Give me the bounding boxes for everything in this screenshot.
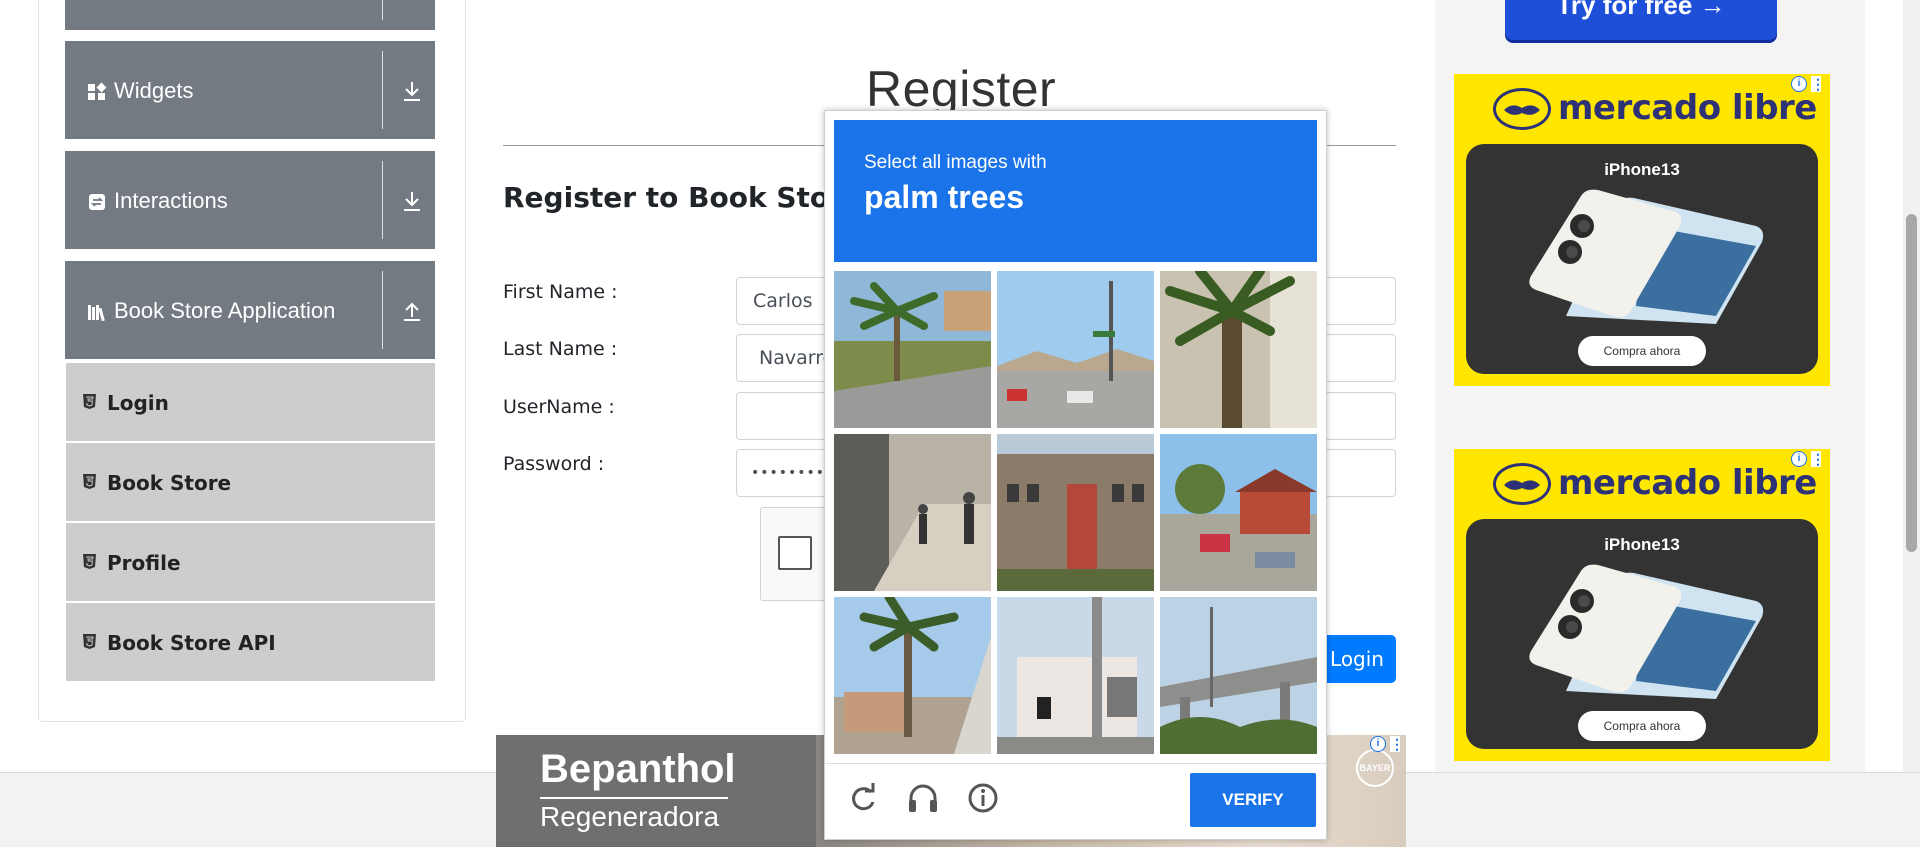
- scrollbar-thumb[interactable]: [1906, 214, 1917, 552]
- captcha-tile[interactable]: [1160, 271, 1317, 428]
- ad-cta-button[interactable]: Compra ahora: [1578, 336, 1706, 366]
- interactions-icon: [89, 194, 105, 210]
- sidebar-group-book-store-application[interactable]: Book Store Application: [65, 261, 435, 359]
- sidebar-item-label: Login: [107, 391, 169, 415]
- ad-menu-icon[interactable]: ⋮: [1390, 736, 1404, 752]
- captcha-tile[interactable]: [834, 597, 991, 754]
- username-label: UserName :: [503, 396, 615, 418]
- sidebar-item-book-store-api[interactable]: Book Store API: [66, 603, 435, 681]
- widgets-icon: [88, 82, 107, 100]
- ad-brand: mercado libre: [1558, 463, 1817, 503]
- books-icon: [88, 305, 105, 322]
- sidebar-group-interactions[interactable]: Interactions: [65, 151, 435, 249]
- ad-product-card: iPhone13 Compra ahora: [1466, 519, 1818, 749]
- mercado-libre-ad-1[interactable]: mercado libre i ⋮ iPhone13 Compra ahora: [1454, 74, 1830, 386]
- sidebar-group-previous[interactable]: [65, 0, 435, 30]
- captcha-tile-image: [1160, 434, 1317, 591]
- captcha-instruction: Select all images with: [864, 152, 1047, 173]
- captcha-tile-image: [834, 434, 991, 591]
- captcha-tile-image: [997, 597, 1154, 754]
- captcha-tile-image: [997, 271, 1154, 428]
- html5-icon: [83, 554, 96, 569]
- ad-underline: [540, 797, 728, 799]
- captcha-tile-image: [834, 271, 991, 428]
- captcha-tile-image: [834, 597, 991, 754]
- sidebar-separator: [382, 51, 383, 129]
- verify-button[interactable]: VERIFY: [1190, 773, 1316, 827]
- captcha-tile-image: [997, 434, 1154, 591]
- ad-brand: mercado libre: [1558, 88, 1817, 128]
- reload-icon[interactable]: [845, 780, 881, 816]
- download-arrow-icon[interactable]: [401, 189, 423, 213]
- sidebar-group-label: Interactions: [114, 188, 228, 213]
- sidebar-group-label: Widgets: [114, 78, 194, 103]
- mercado-libre-ad-2[interactable]: mercado libre i ⋮ iPhone13 Compra ahora: [1454, 449, 1830, 761]
- download-arrow-icon[interactable]: [401, 79, 423, 103]
- sidebar-separator: [382, 161, 383, 239]
- captcha-challenge: Select all images with palm trees VERIFY: [824, 110, 1327, 840]
- audio-headphones-icon[interactable]: [905, 780, 941, 816]
- adchoices-icon[interactable]: i: [1370, 736, 1386, 752]
- info-icon[interactable]: [965, 780, 1001, 816]
- ad-product-model: iPhone13: [1604, 535, 1680, 554]
- ad-cta-button[interactable]: Compra ahora: [1578, 711, 1706, 741]
- handshake-logo-icon: [1493, 88, 1551, 130]
- sidebar-item-login[interactable]: Login: [66, 363, 435, 441]
- ad-product-model: iPhone13: [1604, 160, 1680, 179]
- last-name-label: Last Name :: [503, 338, 618, 360]
- captcha-header: Select all images with palm trees: [834, 120, 1317, 262]
- login-button[interactable]: Login: [1318, 635, 1396, 683]
- ad-menu-icon[interactable]: ⋮: [1811, 76, 1825, 92]
- iphone-product-image: [1529, 564, 1764, 699]
- password-label: Password :: [503, 453, 605, 475]
- captcha-tile[interactable]: [997, 271, 1154, 428]
- captcha-tile[interactable]: [834, 271, 991, 428]
- captcha-tile[interactable]: [1160, 434, 1317, 591]
- sidebar-separator: [382, 271, 383, 349]
- ad-brand: Bepanthol: [540, 747, 736, 791]
- try-for-free-button[interactable]: Try for free →: [1505, 0, 1777, 40]
- captcha-tile[interactable]: [1160, 597, 1317, 754]
- page: Widgets Interactions Book Store Applicat…: [0, 0, 1920, 847]
- first-name-label: First Name :: [503, 281, 618, 303]
- sidebar-group-label: Book Store Application: [114, 298, 336, 323]
- captcha-tile-image: [1160, 597, 1317, 754]
- ad-product-card: iPhone13 Compra ahora: [1466, 144, 1818, 374]
- captcha-tile-image: [1160, 271, 1317, 428]
- sidebar-item-label: Profile: [107, 551, 181, 575]
- sidebar-group-widgets[interactable]: Widgets: [65, 41, 435, 139]
- bayer-logo: BAYER: [1356, 749, 1394, 787]
- captcha-tile[interactable]: [834, 434, 991, 591]
- recaptcha-checkbox[interactable]: [778, 536, 812, 570]
- captcha-divider: [825, 763, 1326, 764]
- sidebar-item-book-store[interactable]: Book Store: [66, 443, 435, 521]
- captcha-tile[interactable]: [997, 434, 1154, 591]
- upload-arrow-icon[interactable]: [401, 299, 423, 323]
- html5-icon: [83, 474, 96, 489]
- iphone-product-image: [1529, 189, 1764, 324]
- sidebar-separator: [382, 0, 383, 20]
- form-subtitle: Register to Book Store: [503, 181, 862, 214]
- adchoices-icon[interactable]: i: [1791, 451, 1807, 467]
- html5-icon: [83, 634, 96, 649]
- captcha-target: palm trees: [864, 179, 1025, 215]
- adchoices-icon[interactable]: i: [1791, 76, 1807, 92]
- sidebar-item-label: Book Store: [107, 471, 232, 495]
- html5-icon: [83, 394, 96, 409]
- handshake-logo-icon: [1493, 463, 1551, 505]
- ad-menu-icon[interactable]: ⋮: [1811, 451, 1825, 467]
- ad-subtitle: Regeneradora: [540, 801, 720, 832]
- sidebar-item-profile[interactable]: Profile: [66, 523, 435, 601]
- captcha-tile[interactable]: [997, 597, 1154, 754]
- sidebar-item-label: Book Store API: [107, 631, 276, 655]
